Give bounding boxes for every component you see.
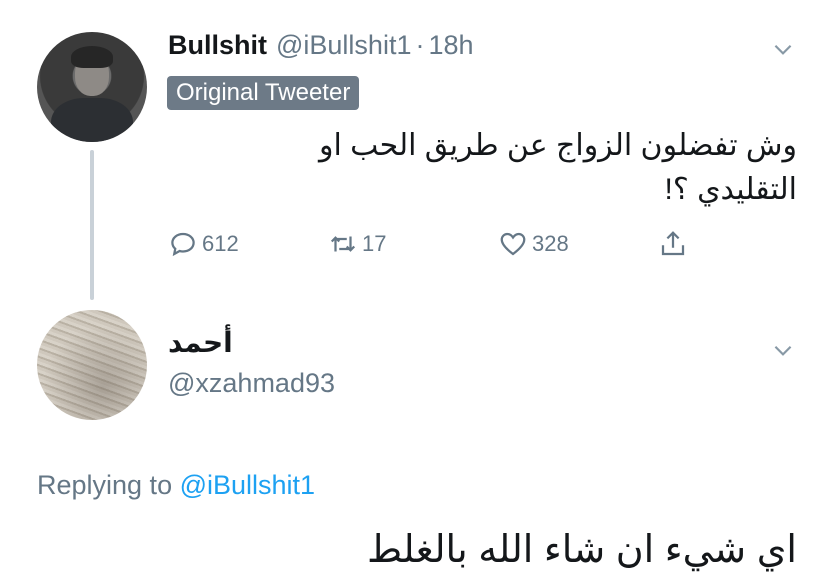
share-icon [661,231,685,256]
like-button[interactable]: 328 [498,222,569,266]
avatar-body-shape [51,98,133,142]
retweet-icon [330,236,356,252]
reply-button[interactable]: 612 [168,222,239,266]
reply-count: 612 [202,231,239,256]
tweet-text: وش تفضلون الزواج عن طريق الحب او التقليد… [319,129,797,206]
timestamp[interactable]: 18h [428,30,473,61]
separator-dot: · [415,30,425,60]
like-count: 328 [532,231,569,256]
user-handle[interactable]: @iBullshit1 [276,30,411,61]
share-button[interactable] [658,222,692,266]
reply-text: اي شيء ان شاء الله بالغلط [366,529,797,571]
heart-icon [500,232,526,256]
mention-link[interactable]: @iBullshit1 [180,470,315,500]
avatar-texture [37,310,147,420]
display-name[interactable]: Bullshit [168,30,267,61]
avatar[interactable] [37,32,147,142]
retweet-button[interactable]: 17 [328,222,386,266]
tweet-actions: 612 17 328 [168,222,728,266]
original-tweeter-badge: Original Tweeter [167,76,360,110]
chevron-down-icon[interactable] [770,337,796,363]
display-name[interactable]: أحمد [168,326,233,359]
avatar-hair-shape [71,46,113,68]
tweet-header: Bullshit @iBullshit1 · 18h [168,30,474,66]
thread-connector-line [90,150,94,300]
replying-to-label: Replying to [37,470,173,500]
avatar[interactable] [37,310,147,420]
user-handle[interactable]: @xzahmad93 [168,368,335,399]
chevron-down-icon[interactable] [770,36,796,62]
retweet-count: 17 [362,231,387,256]
speech-bubble-icon [171,232,195,257]
replying-to-line: Replying to @iBullshit1 [37,470,315,501]
